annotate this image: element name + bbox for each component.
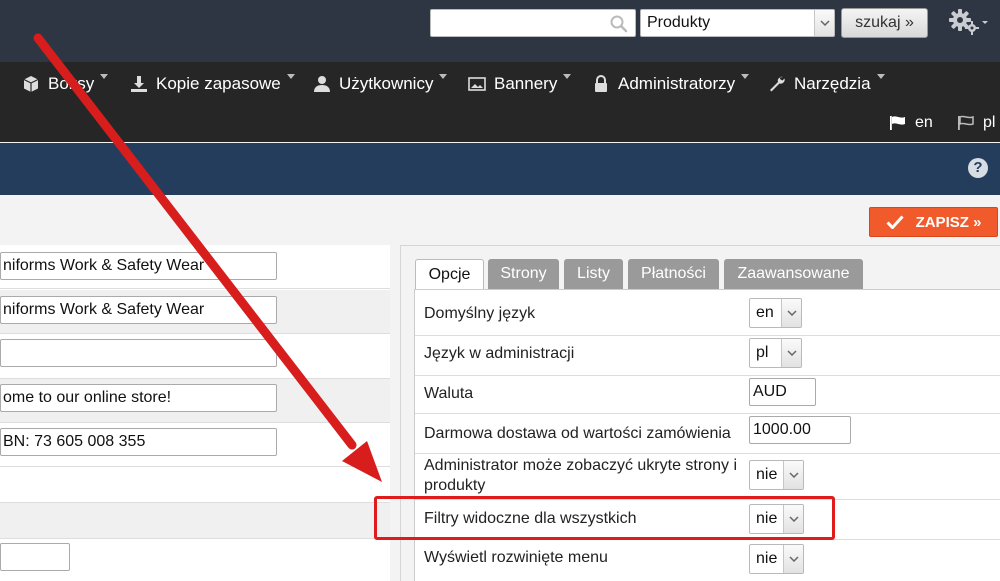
form-row [0,467,390,503]
search-button[interactable]: szukaj » [841,8,928,38]
option-row: Wyświetl rozwinięte menu nie [415,540,1000,581]
image-icon [468,77,486,91]
option-row: Domyślny język en [415,290,1000,336]
nav-item-administratorzy[interactable]: Administratorzy [592,72,750,96]
admin-language-select[interactable]: pl [749,338,802,368]
help-icon[interactable]: ? [968,158,988,178]
nav-label: Administratorzy [618,74,736,93]
nav-label: Użytkownicy [339,74,434,93]
save-button-label: ZAPISZ » [915,213,982,231]
checkmark-icon [886,215,904,229]
highlight-box [374,496,835,540]
user-icon [314,76,330,92]
select-value: nie [756,466,778,483]
option-label: Waluta [424,385,474,402]
nav-item-boksy[interactable]: Boksy [22,72,109,96]
form-row [0,335,390,379]
flag-icon [890,116,905,130]
nav-label: Narzędzia [794,74,871,93]
chevron-down-icon[interactable] [783,461,803,489]
lang-code: pl [983,114,996,131]
chevron-down-icon[interactable] [814,10,834,36]
option-label: Darmowa dostawa od wartości zamówienia [424,425,731,442]
tab-zaawansowane[interactable]: Zaawansowane [724,259,863,289]
tab-platnosci[interactable]: Płatności [628,259,719,289]
form-row [0,539,390,581]
nav-item-uzytkownicy[interactable]: Użytkownicy [313,72,448,96]
tab-opcje[interactable]: Opcje [415,259,484,290]
form-row: ome to our online store! [0,379,390,423]
store-name-input[interactable]: niforms Work & Safety Wear [0,252,277,280]
wrench-icon [770,76,785,92]
chevron-down-icon[interactable] [781,299,801,327]
save-button[interactable]: ZAPISZ » [869,207,998,237]
select-value: nie [756,550,778,567]
welcome-text-input[interactable]: ome to our online store! [0,384,277,412]
form-row: niforms Work & Safety Wear [0,245,390,289]
option-label: Administrator może zobaczyć ukryte stron… [424,457,737,494]
option-row: Darmowa dostawa od wartości zamówienia 1… [415,414,1000,454]
abn-input[interactable]: BN: 73 605 008 355 [0,428,277,456]
flag-icon [958,115,974,130]
select-value: en [756,304,774,321]
form-row: BN: 73 605 008 355 [0,423,390,467]
category-select-value: Produkty [647,14,711,31]
chevron-down-icon[interactable] [783,545,803,573]
category-select[interactable]: Produkty [640,9,835,37]
general-settings-panel: niforms Work & Safety Wear niforms Work … [0,245,390,581]
expanded-menu-select[interactable]: nie [749,544,804,574]
nav-item-narzedzia[interactable]: Narzędzia [768,72,885,96]
free-shipping-input[interactable]: 1000.00 [749,416,851,444]
option-label: Wyświetl rozwinięte menu [424,549,608,566]
option-label: Domyślny język [424,305,536,322]
lock-icon [595,75,607,92]
tab-listy[interactable]: Listy [564,259,623,289]
nav-item-kopie-zapasowe[interactable]: Kopie zapasowe [130,72,295,96]
empty-field-input[interactable] [0,339,277,367]
box-icon [23,76,39,92]
option-row: Waluta AUD [415,376,1000,414]
lang-pl[interactable]: pl [957,114,995,132]
option-row: Język w administracji pl [415,336,1000,376]
form-row: niforms Work & Safety Wear [0,290,390,334]
search-box[interactable] [430,9,636,37]
select-value: pl [756,344,769,361]
lang-code: en [915,114,933,131]
nav-label: Bannery [494,74,558,93]
tab-strony[interactable]: Strony [488,259,559,289]
admin-hidden-pages-select[interactable]: nie [749,460,804,490]
search-icon[interactable] [609,14,629,34]
nav-item-bannery[interactable]: Bannery [468,72,572,96]
nav-label: Kopie zapasowe [156,74,281,93]
lang-en[interactable]: en [889,114,933,132]
short-input[interactable] [0,543,70,571]
download-icon [131,76,147,92]
search-input[interactable] [431,10,601,36]
chevron-down-icon[interactable] [781,339,801,367]
option-label: Język w administracji [424,345,575,362]
currency-input[interactable]: AUD [749,378,816,406]
default-language-select[interactable]: en [749,298,802,328]
settings-gear-icon[interactable] [948,8,990,36]
nav-label: Boksy [48,74,95,93]
store-title-input[interactable]: niforms Work & Safety Wear [0,296,277,324]
page-header-bar [0,143,1000,195]
form-row [0,503,390,539]
option-row: Administrator może zobaczyć ukryte stron… [415,454,1000,500]
